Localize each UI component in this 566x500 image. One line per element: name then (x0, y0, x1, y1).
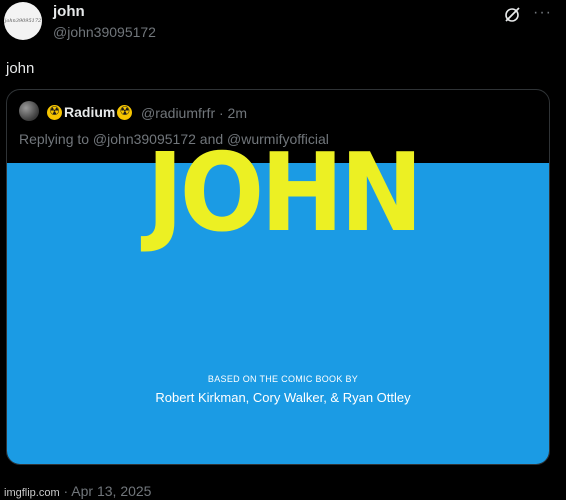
poster-authors: Robert Kirkman, Cory Walker, & Ryan Ottl… (155, 390, 411, 405)
avatar[interactable]: john39095172 (4, 2, 42, 40)
quote-author-name[interactable]: Radium (47, 104, 133, 120)
poster-title: JOHN (146, 131, 423, 256)
post-footer: imgflip.com · Apr 13, 2025 (4, 483, 152, 499)
quote-avatar[interactable] (19, 101, 39, 121)
quote-author-name-text: Radium (64, 104, 116, 120)
poster-based-on: BASED ON THE COMIC BOOK BY (207, 374, 359, 384)
post-date[interactable]: Apr 13, 2025 (71, 483, 151, 499)
grok-slash-icon[interactable] (503, 6, 521, 24)
avatar-text: john39095172 (4, 18, 42, 24)
post-text: john (6, 60, 35, 77)
author-name[interactable]: john (53, 3, 85, 20)
radioactive-icon (47, 104, 62, 120)
quote-author-handle-time: @radiumfrfr · 2m (141, 105, 247, 121)
author-handle[interactable]: @john39095172 (53, 24, 156, 40)
watermark: imgflip.com (4, 487, 60, 499)
more-dots-icon[interactable]: ··· (533, 4, 552, 22)
radioactive-icon (117, 104, 133, 120)
